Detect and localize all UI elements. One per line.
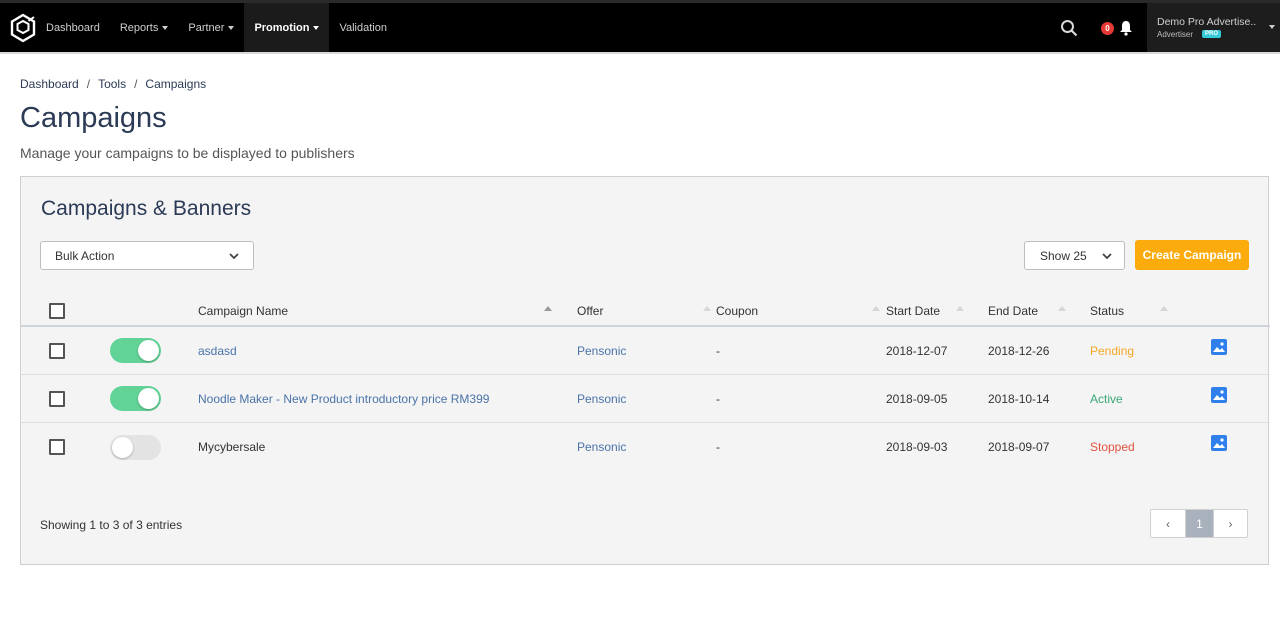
status-badge: Pending [1090, 343, 1135, 358]
nav-item-label: Promotion [254, 21, 310, 34]
coupon-value: - [716, 440, 720, 454]
campaign-enabled-toggle[interactable] [110, 386, 161, 411]
toggle-knob [138, 340, 159, 361]
sort-icon[interactable] [1160, 306, 1168, 311]
chevron-down-icon [228, 25, 235, 30]
breadcrumb: Dashboard / Tools / Campaigns [20, 77, 206, 91]
campaign-name[interactable]: Noodle Maker - New Product introductory … [198, 375, 489, 422]
select-all-checkbox[interactable] [49, 302, 65, 319]
nav-item-reports[interactable]: Reports [110, 3, 179, 52]
chevron-down-icon [313, 25, 320, 30]
campaign-enabled-toggle[interactable] [110, 434, 161, 460]
nav-item-promotion[interactable]: Promotion [244, 3, 330, 52]
pro-badge: PRO [1202, 30, 1222, 38]
sort-asc-icon[interactable] [544, 306, 552, 311]
table-row: Noodle Maker - New Product introductory … [21, 375, 1270, 423]
sort-icon[interactable] [1058, 306, 1066, 311]
image-icon[interactable] [1211, 386, 1227, 403]
image-icon[interactable] [1211, 338, 1227, 355]
start-date: 2018-09-05 [886, 391, 948, 406]
logo-icon[interactable] [9, 13, 37, 43]
pagination-next[interactable]: › [1213, 510, 1247, 537]
start-date: 2018-12-07 [886, 343, 948, 358]
campaign-name[interactable]: asdasd [198, 327, 237, 374]
toggle-knob [138, 388, 159, 409]
status-badge: Active [1090, 391, 1123, 406]
nav-item-partner[interactable]: Partner [178, 3, 244, 52]
sort-icon[interactable] [872, 306, 880, 311]
nav-item-label: Validation [339, 21, 387, 34]
nav-item-dashboard[interactable]: Dashboard [36, 3, 110, 52]
campaign-name: Mycybersale [198, 440, 266, 454]
column-header-status[interactable]: Status [1090, 294, 1124, 327]
page-size-label: Show 25 [1040, 248, 1087, 263]
top-navbar: Dashboard Reports Partner Promotion Validati… [0, 0, 1280, 54]
image-icon[interactable] [1211, 435, 1227, 451]
breadcrumb-separator: / [134, 77, 138, 91]
column-header-offer[interactable]: Offer [577, 294, 603, 327]
nav-item-label: Dashboard [46, 21, 100, 34]
end-date: 2018-12-26 [988, 343, 1050, 358]
breadcrumb-separator: / [86, 77, 91, 91]
table-body: asdasd Pensonic - 2018-12-07 2018-12-26 Pendi… [21, 327, 1270, 471]
column-header-start-date[interactable]: Start Date [886, 294, 940, 327]
campaigns-panel: Campaigns & Banners Bulk Action Show 25 … [20, 176, 1270, 565]
nav-item-label: Reports [119, 21, 159, 34]
table-row: asdasd Pensonic - 2018-12-07 2018-12-26 Pendi… [21, 327, 1270, 375]
status-badge: Stopped [1090, 440, 1135, 454]
bulk-action-label: Bulk Action [55, 248, 115, 263]
nav-item-label: Partner [188, 21, 225, 34]
chevron-down-icon [229, 252, 239, 259]
column-header-campaign-name[interactable]: Campaign Name [198, 294, 288, 327]
pagination-prev[interactable]: ‹ [1151, 510, 1185, 537]
pagination-page-1[interactable]: 1 [1185, 510, 1213, 537]
table-row: Mycybersale Pensonic - 2018-09-03 2018-09-07… [21, 423, 1270, 471]
create-campaign-button[interactable]: Create Campaign [1135, 240, 1249, 270]
table-header: Campaign Name Offer Coupon Start Date En… [21, 294, 1270, 327]
panel-title: Campaigns & Banners [41, 197, 252, 220]
main-nav: Dashboard Reports Partner Promotion Validati… [36, 3, 397, 52]
row-checkbox[interactable] [49, 439, 65, 455]
offer-link[interactable]: Pensonic [577, 423, 626, 471]
page-title: Campaigns [20, 102, 167, 134]
chevron-down-icon [162, 25, 169, 30]
breadcrumb-dashboard[interactable]: Dashboard [20, 77, 79, 91]
search-icon[interactable] [1060, 19, 1078, 37]
coupon-value: - [716, 391, 720, 406]
offer-link[interactable]: Pensonic [577, 327, 626, 374]
chevron-down-icon [1102, 252, 1112, 259]
notification-count-badge: 0 [1101, 22, 1114, 35]
user-menu[interactable]: Demo Pro Advertise... Advertiser PRO [1147, 3, 1280, 52]
campaigns-table: Campaign Name Offer Coupon Start Date En… [21, 294, 1270, 471]
coupon-value: - [716, 343, 720, 358]
page-size-select[interactable]: Show 25 [1024, 241, 1125, 270]
sort-icon[interactable] [703, 306, 711, 311]
bell-icon [1120, 21, 1132, 36]
user-name: Demo Pro Advertise... [1157, 16, 1257, 28]
campaign-enabled-toggle[interactable] [110, 338, 161, 363]
end-date: 2018-10-14 [988, 391, 1050, 406]
chevron-down-icon [1269, 25, 1275, 29]
column-header-end-date[interactable]: End Date [988, 294, 1038, 327]
nav-item-validation[interactable]: Validation [329, 3, 397, 52]
end-date: 2018-09-07 [988, 440, 1050, 454]
offer-link[interactable]: Pensonic [577, 375, 626, 422]
start-date: 2018-09-03 [886, 440, 948, 454]
page-subtitle: Manage your campaigns to be displayed to… [20, 145, 355, 161]
pagination: ‹ 1 › [1150, 509, 1248, 538]
breadcrumb-campaigns[interactable]: Campaigns [145, 77, 206, 91]
sort-icon[interactable] [956, 306, 964, 311]
row-checkbox[interactable] [49, 390, 65, 407]
notifications-button[interactable]: 0 [1101, 20, 1135, 36]
bulk-action-select[interactable]: Bulk Action [40, 241, 254, 270]
breadcrumb-tools[interactable]: Tools [98, 77, 126, 91]
toggle-knob [112, 436, 133, 458]
column-header-coupon[interactable]: Coupon [716, 294, 758, 327]
user-role: Advertiser [1157, 30, 1194, 39]
row-checkbox[interactable] [49, 342, 65, 359]
entries-info: Showing 1 to 3 of 3 entries [40, 518, 183, 532]
